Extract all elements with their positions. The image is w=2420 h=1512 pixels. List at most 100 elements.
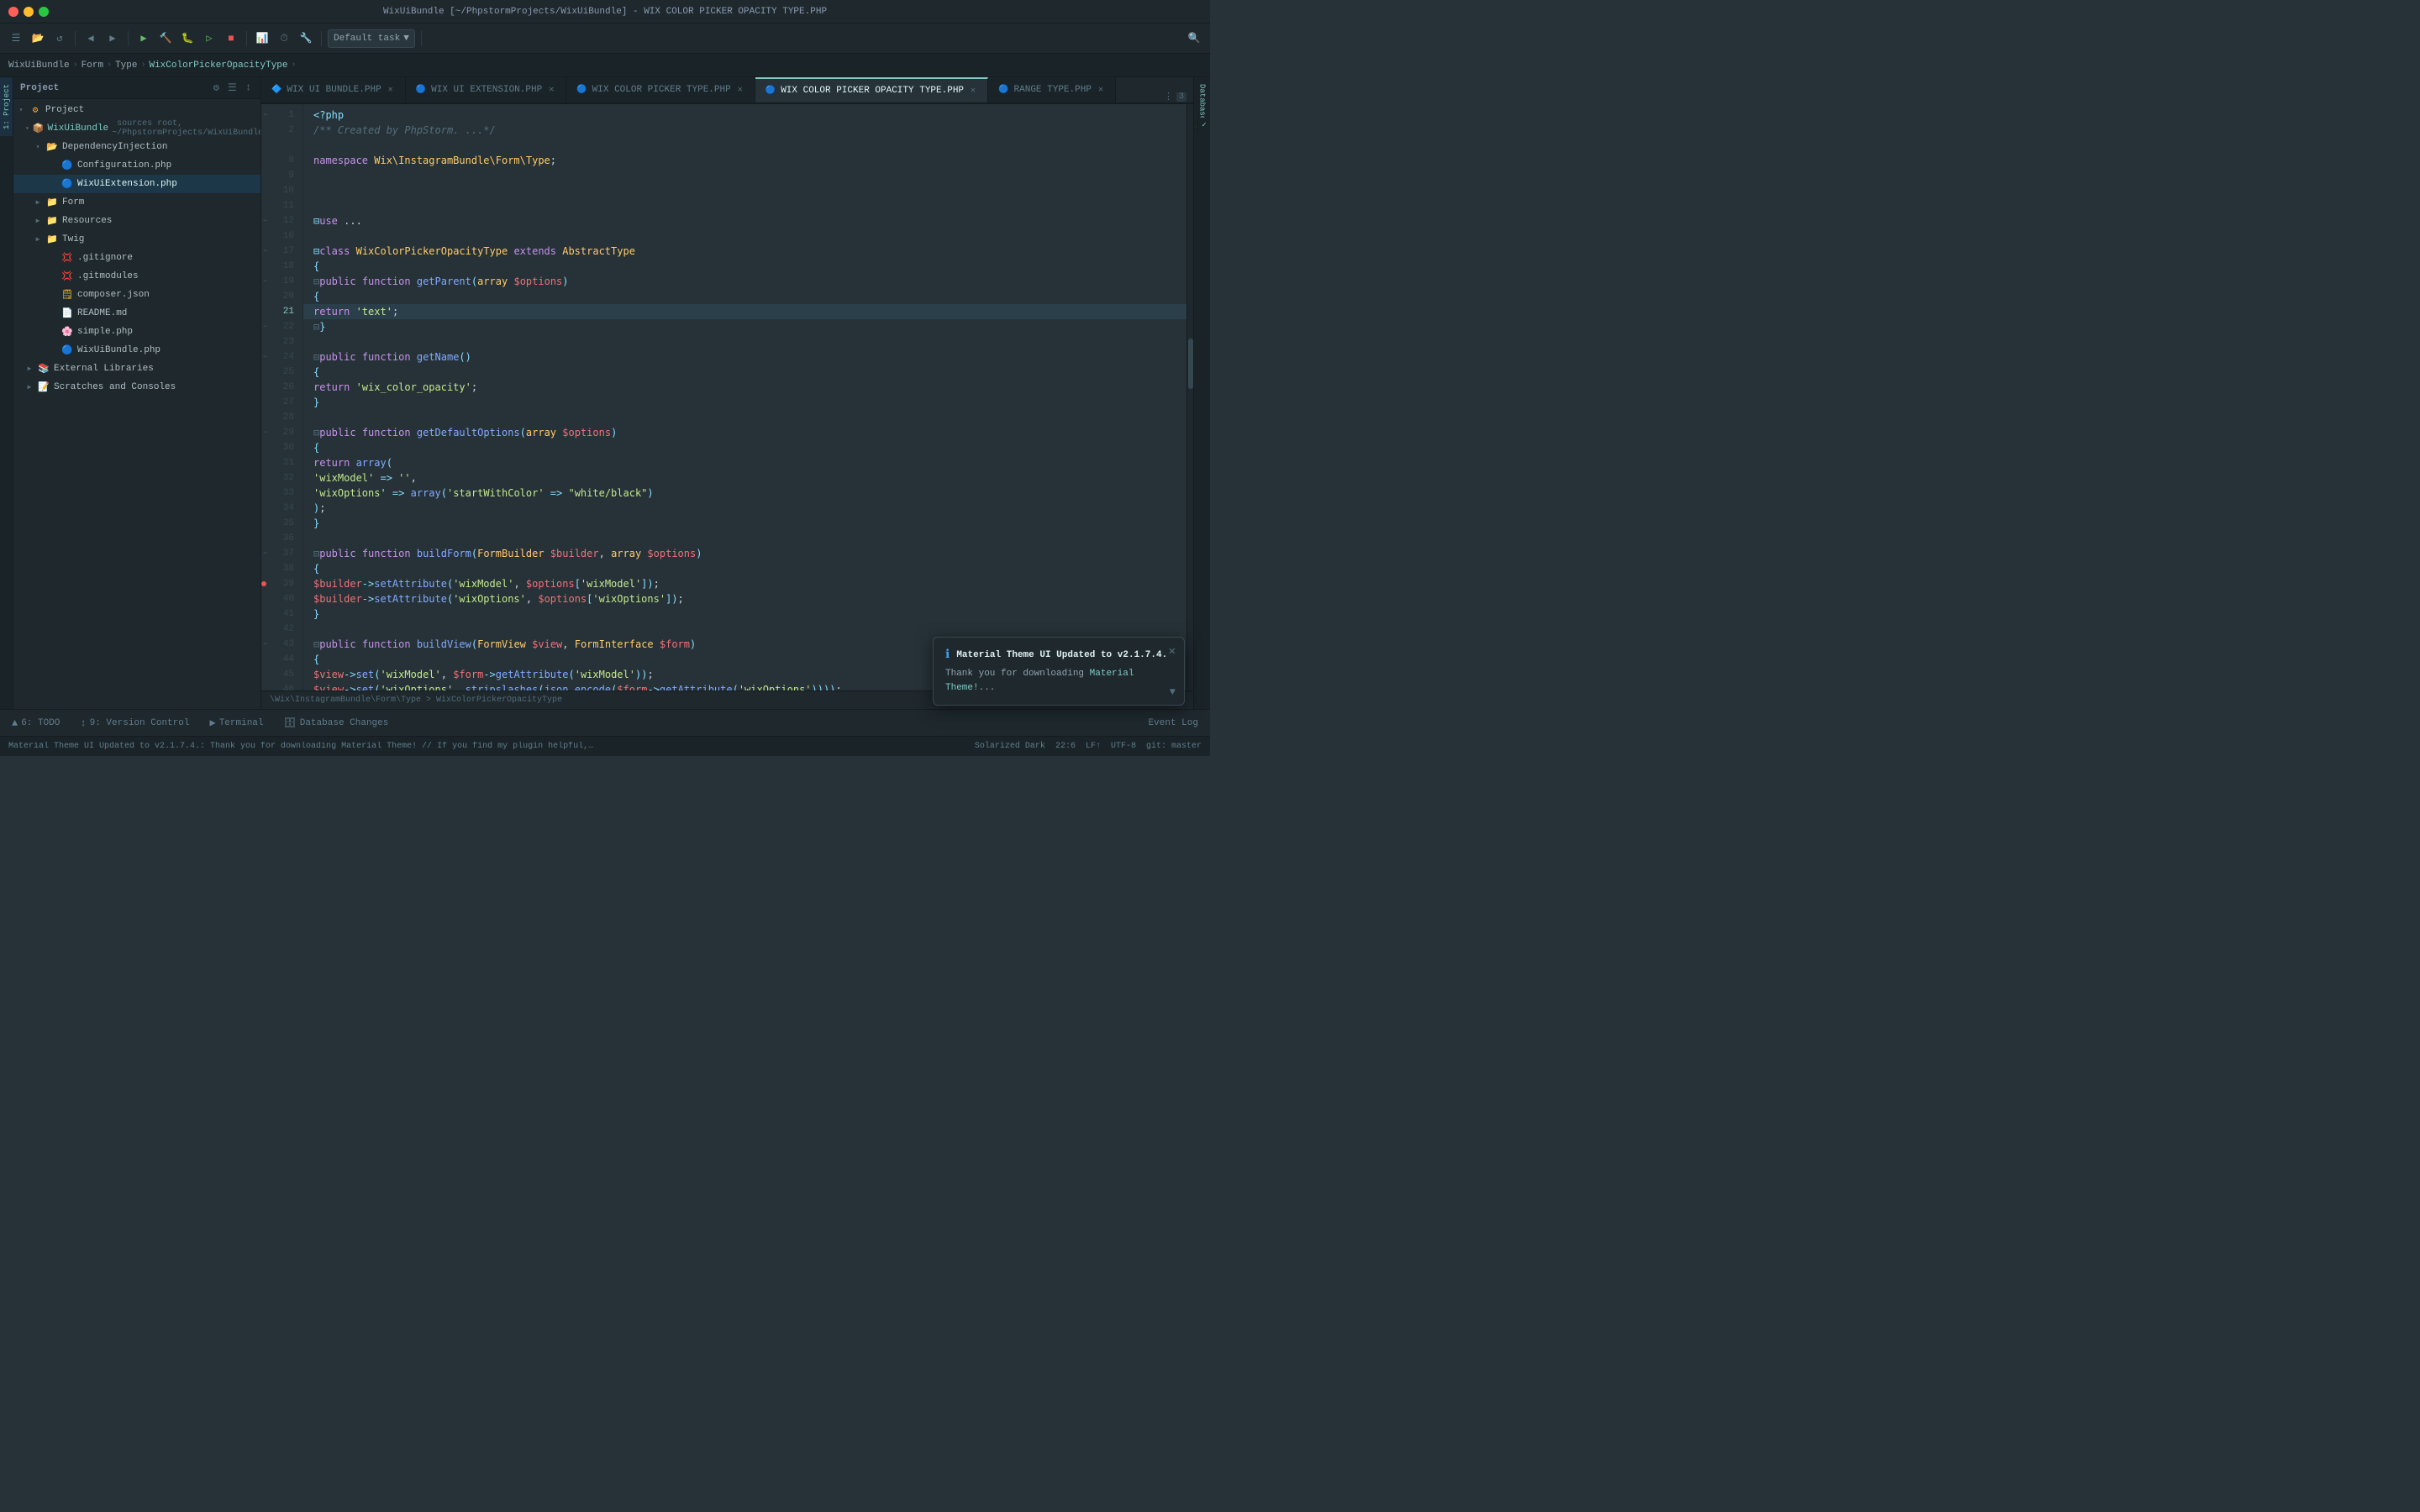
close-icon[interactable]: ✕ <box>387 85 395 95</box>
fold-icon[interactable]: − <box>263 111 267 119</box>
tree-item-ext-libs[interactable]: ▶ 📚 External Libraries <box>13 360 260 378</box>
stop-button[interactable]: ■ <box>222 29 240 48</box>
fold-icon[interactable]: − <box>263 323 267 331</box>
close-icon[interactable]: ✕ <box>547 85 555 95</box>
code-content[interactable]: <?php /** Created by PhpStorm. ...*/ nam… <box>303 104 1186 690</box>
php-red-icon: 🌸 <box>60 326 74 338</box>
tabs-bar: 🔷 WIX UI BUNDLE.PHP ✕ 🔵 WIX UI EXTENSION… <box>261 77 1193 104</box>
profiler-button[interactable]: ⏱ <box>275 29 293 48</box>
menu-icon[interactable]: ☰ <box>225 81 239 95</box>
tree-item-form[interactable]: ▶ 📁 Form <box>13 193 260 212</box>
scrollbar[interactable] <box>1186 104 1193 690</box>
debug-button[interactable]: 🐛 <box>178 29 197 48</box>
notification-header: ℹ Material Theme UI Updated to v2.1.7.4. <box>945 648 1172 662</box>
breadcrumb-current[interactable]: WixColorPickerOpacityType <box>149 60 287 71</box>
minimize-button[interactable] <box>24 7 34 17</box>
tab-wixuiext[interactable]: 🔵 WIX UI EXTENSION.PHP ✕ <box>406 77 567 102</box>
settings-icon[interactable]: ⚙ <box>211 81 222 95</box>
tree-item-resources[interactable]: ▶ 📁 Resources <box>13 212 260 230</box>
close-button[interactable] <box>8 7 18 17</box>
fold-icon[interactable]: − <box>263 428 267 437</box>
expand-icon[interactable]: ▼ <box>1170 686 1176 698</box>
close-icon[interactable]: ✕ <box>736 85 744 95</box>
search-button[interactable]: 🔍 <box>1185 29 1203 48</box>
lf-item[interactable]: LF↑ <box>1086 742 1101 751</box>
line-27: 27 <box>261 395 302 410</box>
fold-icon[interactable]: − <box>263 277 267 286</box>
run-button[interactable]: ▶ <box>134 29 153 48</box>
position-item[interactable]: 22:6 <box>1055 742 1076 751</box>
coverage-button[interactable]: 📊 <box>253 29 271 48</box>
version-control-tab[interactable]: ↕ 9: Version Control <box>76 716 192 731</box>
tree-item-wixuibundle[interactable]: ▾ 📦 WixUiBundle sources root, ~/Phpstorm… <box>13 119 260 138</box>
arrow-icon: ▾ <box>25 124 29 133</box>
code-line-42 <box>303 622 1186 637</box>
folder-icon: 📂 <box>45 141 59 153</box>
tab-colorpicker-opacity[interactable]: 🔵 WIX COLOR PICKER OPACITY TYPE.PHP ✕ <box>755 77 988 102</box>
tree-item-gitmodules[interactable]: ▶ 💢 .gitmodules <box>13 267 260 286</box>
tab-label: WIX COLOR PICKER OPACITY TYPE.PHP <box>781 86 964 96</box>
php-icon: 🔵 <box>60 160 74 171</box>
menu-button[interactable]: ☰ <box>7 29 25 48</box>
tree-item-composer[interactable]: ▶ 🗒 composer.json <box>13 286 260 304</box>
separator <box>321 31 322 46</box>
status-message[interactable]: Material Theme UI Updated to v2.1.7.4.: … <box>8 742 597 751</box>
run2-button[interactable]: ▷ <box>200 29 218 48</box>
close-icon[interactable]: ✕ <box>1097 85 1105 95</box>
tree-item-twig[interactable]: ▶ 📁 Twig <box>13 230 260 249</box>
breadcrumb-wixuibundle[interactable]: WixUiBundle <box>8 60 70 71</box>
close-icon[interactable]: ✕ <box>969 86 977 96</box>
tree-item-di[interactable]: ▾ 📂 DependencyInjection <box>13 138 260 156</box>
git-item[interactable]: git: master <box>1146 742 1202 751</box>
tools-button[interactable]: 🔧 <box>297 29 315 48</box>
fold-icon[interactable]: − <box>263 217 267 225</box>
fold-icon[interactable]: − <box>263 549 267 558</box>
code-line-1: <?php <box>303 108 1186 123</box>
breadcrumb-form[interactable]: Form <box>82 60 103 71</box>
tab-wixuibundle[interactable]: 🔷 WIX UI BUNDLE.PHP ✕ <box>261 77 406 102</box>
task-dropdown[interactable]: Default task ▼ <box>328 29 415 48</box>
code-line-8: namespace Wix\InstagramBundle\Form\Type; <box>303 153 1186 168</box>
status-left: Material Theme UI Updated to v2.1.7.4.: … <box>8 742 597 751</box>
todo-tab[interactable]: ▲ 6: TODO <box>8 716 63 731</box>
open-button[interactable]: 📂 <box>29 29 47 48</box>
fold-icon[interactable]: − <box>263 353 267 361</box>
encoding-item[interactable]: UTF-8 <box>1111 742 1136 751</box>
tree-item-wixuiext[interactable]: ▶ 🔵 WixUiExtension.php <box>13 175 260 193</box>
tabs-overflow[interactable]: ⋮ 3 <box>1157 91 1193 102</box>
maximize-button[interactable] <box>39 7 49 17</box>
fold-icon[interactable]: − <box>263 640 267 648</box>
breadcrumb-type[interactable]: Type <box>115 60 137 71</box>
tree-item-gitignore[interactable]: ▶ 💢 .gitignore <box>13 249 260 267</box>
terminal-icon: ▶ <box>209 717 215 729</box>
tree-item-simple[interactable]: ▶ 🌸 simple.php <box>13 323 260 341</box>
line-gutter: −1 2 8 9 10 11 −12 16 −17 18 −19 20 21 −… <box>261 104 303 690</box>
expand-icon[interactable]: ↕ <box>243 81 254 95</box>
event-log-tab[interactable]: Event Log <box>1145 717 1202 730</box>
notification-close-button[interactable]: ✕ <box>1169 644 1176 659</box>
checkmark-icon[interactable]: ✓ <box>1197 118 1210 133</box>
tree-item-project[interactable]: ▾ ⚙ Project <box>13 101 260 119</box>
theme-item[interactable]: Solarized Dark <box>975 742 1045 751</box>
build-button[interactable]: 🔨 <box>156 29 175 48</box>
refresh-button[interactable]: ↺ <box>50 29 69 48</box>
forward-button[interactable]: ▶ <box>103 29 122 48</box>
terminal-tab[interactable]: ▶ Terminal <box>206 715 266 731</box>
back-button[interactable]: ◀ <box>82 29 100 48</box>
tree-item-wixuibundle-php[interactable]: ▶ 🔵 WixUiBundle.php <box>13 341 260 360</box>
tree-item-config[interactable]: ▶ 🔵 Configuration.php <box>13 156 260 175</box>
tab-rangetype[interactable]: 🔵 RANGE TYPE.PHP ✕ <box>988 77 1116 102</box>
tree-item-readme[interactable]: ▶ 📄 README.md <box>13 304 260 323</box>
fold-icon[interactable]: − <box>263 247 267 255</box>
project-tab[interactable]: 1: Project <box>0 77 13 136</box>
scrollbar-thumb[interactable] <box>1188 339 1193 389</box>
line-24: −24 <box>261 349 302 365</box>
tree-item-scratches[interactable]: ▶ 📝 Scratches and Consoles <box>13 378 260 396</box>
breakpoint[interactable] <box>261 581 266 586</box>
arrow-icon: ▶ <box>34 198 42 207</box>
tab-colorpicker[interactable]: 🔵 WIX COLOR PICKER TYPE.PHP ✕ <box>566 77 755 102</box>
line-39: 39 <box>261 576 302 591</box>
tab-label: WIX UI BUNDLE.PHP <box>287 85 381 95</box>
php-icon: 🔵 <box>576 85 587 95</box>
db-changes-tab[interactable]: 🗄 Database Changes <box>281 715 392 731</box>
